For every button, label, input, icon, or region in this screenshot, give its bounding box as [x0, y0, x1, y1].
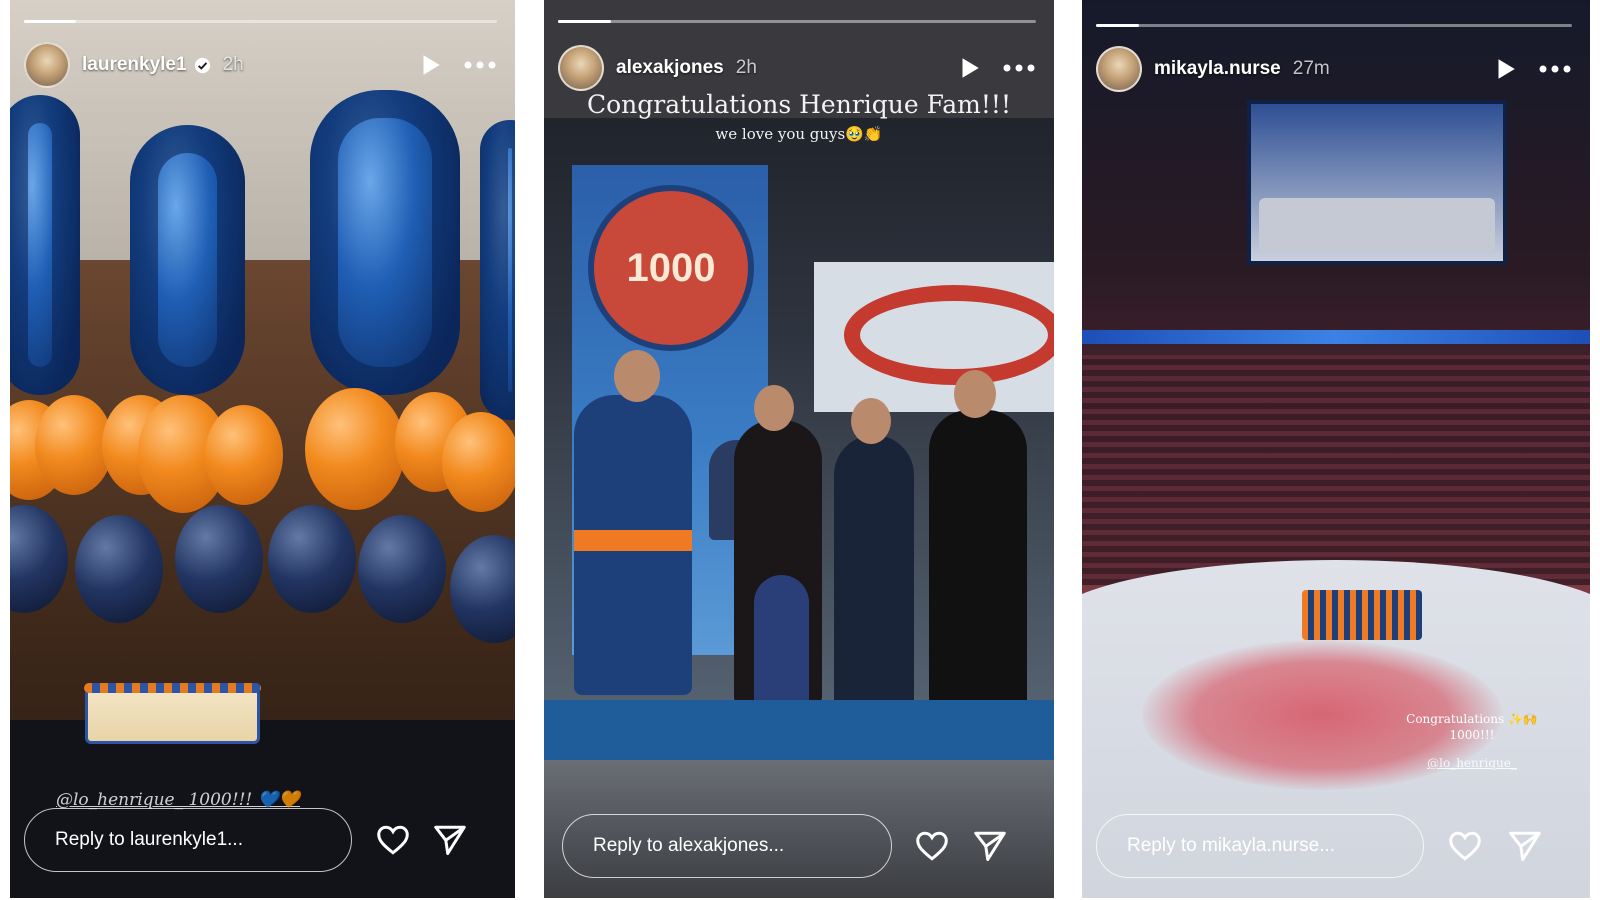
led-ribbon-board	[1082, 330, 1590, 344]
story-caption-title: Congratulations Henrique Fam!!!	[586, 90, 1012, 119]
jumbotron-ice	[1259, 198, 1495, 253]
woman-head	[754, 385, 794, 431]
story-progress-fill	[558, 20, 611, 23]
navy-balloon	[75, 515, 163, 623]
navy-balloon	[358, 515, 446, 623]
avatar[interactable]	[1096, 46, 1142, 92]
story-progress-bar	[558, 20, 1036, 23]
post-time: 2h	[735, 57, 757, 78]
celebration-cake	[84, 683, 261, 744]
story-progress-fill	[24, 20, 77, 23]
woman-head	[851, 398, 891, 444]
username[interactable]: mikayla.nurse	[1154, 58, 1281, 80]
story-progress-bar	[24, 20, 497, 23]
play-icon[interactable]	[1492, 56, 1518, 82]
heart-icon[interactable]	[914, 828, 950, 864]
navy-balloon	[268, 505, 356, 613]
reply-input[interactable]: Reply to alexakjones...	[562, 814, 892, 878]
blue-number-balloon	[310, 90, 460, 395]
orange-balloon	[305, 388, 405, 510]
story-header: alexakjones 2h	[558, 45, 1036, 91]
send-icon[interactable]	[1507, 828, 1543, 864]
child	[754, 575, 809, 705]
send-icon[interactable]	[972, 828, 1008, 864]
story-progress-bar	[1096, 24, 1572, 27]
play-icon[interactable]	[956, 55, 982, 81]
story-media-balloons: @lo_henrique_ 1000!!! 💙🧡	[10, 0, 515, 898]
post-time: 2h	[222, 54, 244, 75]
story-caption-mention[interactable]: @lo_henrique_	[1417, 756, 1527, 770]
story-header: laurenkyle1 2h	[24, 42, 497, 88]
man-head	[954, 370, 996, 418]
story-header: mikayla.nurse 27m	[1096, 46, 1572, 92]
story-caption: @lo_henrique_ 1000!!! 💙🧡	[56, 790, 300, 810]
woman-in-navy-suit	[834, 435, 914, 710]
verified-badge-icon	[194, 57, 210, 73]
post-time: 27m	[1292, 58, 1330, 79]
play-icon[interactable]	[417, 52, 443, 78]
blue-carpet	[544, 700, 1054, 760]
reply-input[interactable]: Reply to laurenkyle1...	[24, 808, 352, 872]
heart-icon[interactable]	[1447, 828, 1483, 864]
blue-number-balloon	[130, 125, 245, 395]
avatar[interactable]	[24, 42, 70, 88]
aw-logo	[844, 285, 1054, 385]
1000-games-seal: 1000	[588, 185, 754, 351]
player-head	[614, 350, 660, 402]
story-card-alexakjones[interactable]: 1000 Congratulations Henrique Fam!!! we …	[544, 0, 1054, 898]
crowd	[1082, 355, 1590, 585]
story-caption-line1: Congratulations ✨🙌	[1406, 712, 1538, 726]
story-caption-line2: 1000!!!	[1449, 728, 1495, 742]
blue-number-balloon	[10, 95, 80, 395]
story-card-laurenkyle1[interactable]: @lo_henrique_ 1000!!! 💙🧡 laurenkyle1 2h …	[10, 0, 515, 898]
orange-balloon	[205, 405, 283, 505]
blue-number-balloon	[480, 120, 515, 420]
player-in-jersey	[574, 395, 692, 695]
navy-balloon	[175, 505, 263, 613]
jumbotron	[1247, 100, 1507, 265]
story-media-ceremony: 1000 Congratulations Henrique Fam!!! we …	[544, 0, 1054, 898]
more-options-icon[interactable]	[463, 60, 497, 70]
story-card-mikayla-nurse[interactable]: Congratulations ✨🙌 1000!!! @lo_henrique_…	[1082, 0, 1590, 898]
story-caption-subtitle: we love you guys🥹👏	[715, 125, 883, 143]
orange-balloon	[442, 412, 515, 512]
heart-icon[interactable]	[375, 822, 411, 858]
story-progress-fill	[1096, 24, 1139, 27]
send-icon[interactable]	[432, 822, 468, 858]
more-options-icon[interactable]	[1538, 64, 1572, 74]
team-on-ice	[1302, 590, 1422, 640]
avatar[interactable]	[558, 45, 604, 91]
reply-input[interactable]: Reply to mikayla.nurse...	[1096, 814, 1424, 878]
story-media-arena: Congratulations ✨🙌 1000!!! @lo_henrique_	[1082, 0, 1590, 898]
more-options-icon[interactable]	[1002, 63, 1036, 73]
username[interactable]: alexakjones	[616, 57, 724, 79]
man-in-leather-jacket	[929, 410, 1027, 710]
username[interactable]: laurenkyle1	[82, 54, 187, 76]
